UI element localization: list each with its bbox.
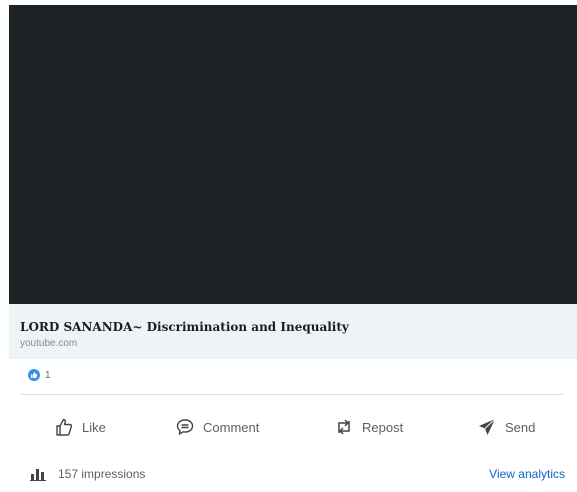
comment-bubble-icon bbox=[175, 417, 195, 437]
bar-chart-icon bbox=[28, 465, 48, 484]
impressions-label: 157 impressions bbox=[58, 467, 146, 481]
left-margin bbox=[0, 0, 9, 492]
send-label: Send bbox=[505, 419, 536, 435]
paper-plane-icon bbox=[477, 417, 497, 437]
repost-label: Repost bbox=[362, 419, 404, 435]
view-analytics-link[interactable]: View analytics bbox=[489, 465, 565, 483]
link-source: youtube.com bbox=[20, 338, 78, 349]
post-footer: 157 impressions View analytics bbox=[28, 465, 565, 483]
post-card: LORD SANANDA~ Discrimination and Inequal… bbox=[0, 0, 577, 492]
comment-button[interactable]: Comment bbox=[175, 410, 259, 444]
like-reaction-icon bbox=[28, 369, 40, 381]
repost-button[interactable]: Repost bbox=[334, 410, 403, 444]
reaction-count: 1 bbox=[45, 369, 51, 381]
like-label: Like bbox=[82, 419, 106, 435]
send-button[interactable]: Send bbox=[477, 410, 535, 444]
divider bbox=[20, 394, 564, 395]
link-title[interactable]: LORD SANANDA~ Discrimination and Inequal… bbox=[20, 320, 349, 334]
reactions-summary[interactable]: 1 bbox=[28, 367, 51, 383]
action-bar: Like Comment Repost Send bbox=[20, 410, 568, 444]
like-button[interactable]: Like bbox=[54, 410, 106, 444]
comment-label: Comment bbox=[203, 419, 260, 435]
thumbs-up-icon bbox=[54, 417, 74, 437]
video-embed[interactable] bbox=[9, 5, 577, 304]
impressions[interactable]: 157 impressions bbox=[28, 465, 145, 483]
link-preview[interactable]: LORD SANANDA~ Discrimination and Inequal… bbox=[9, 304, 577, 359]
repost-arrows-icon bbox=[334, 417, 354, 437]
